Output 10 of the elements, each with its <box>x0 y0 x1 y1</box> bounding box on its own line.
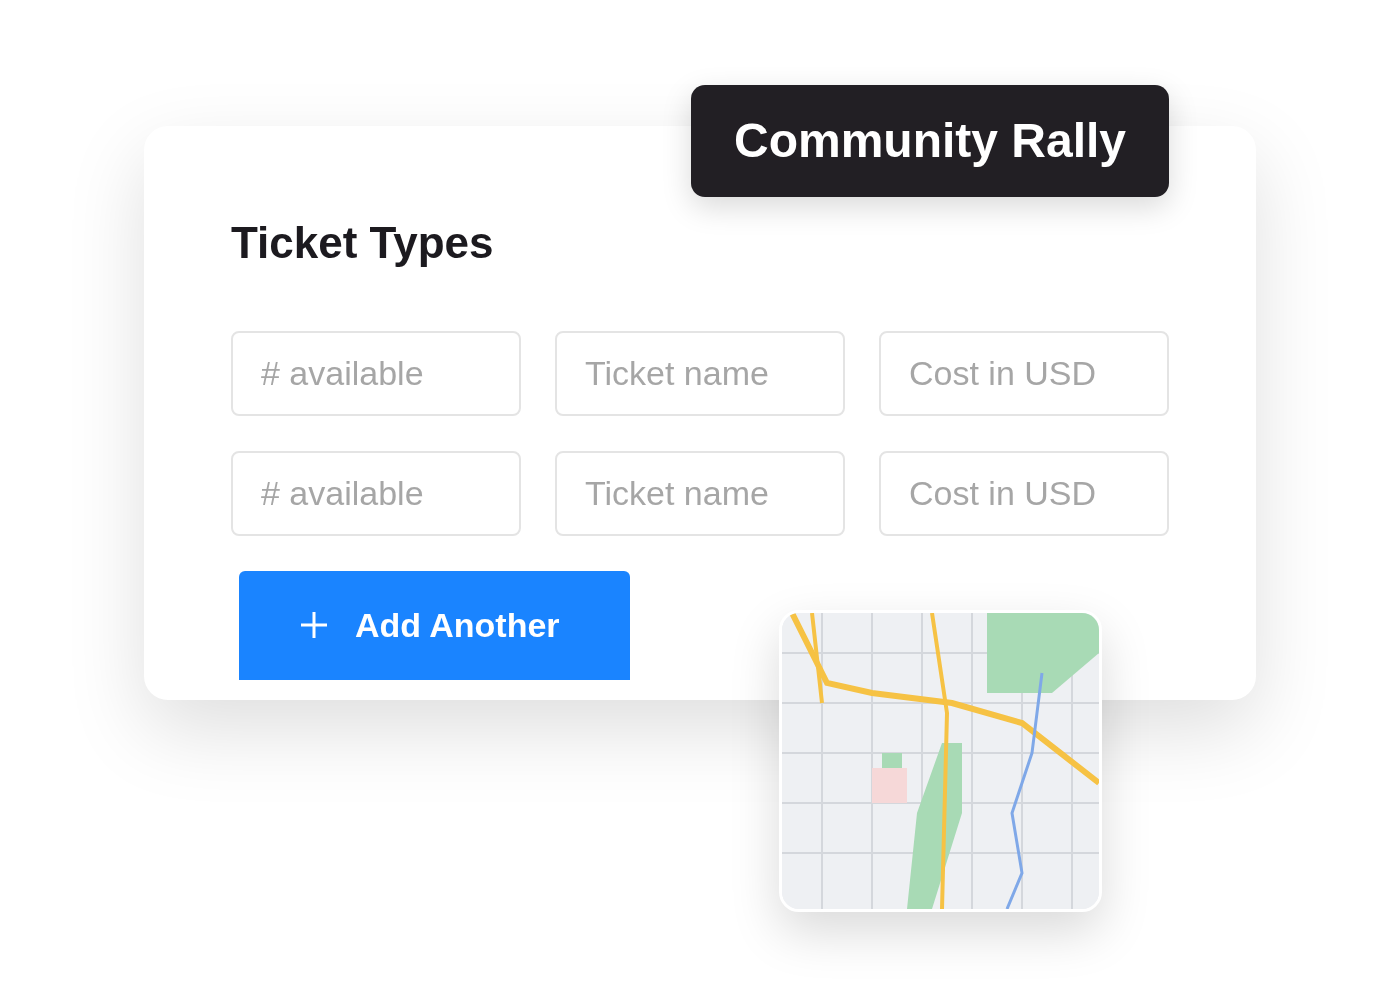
input-field[interactable]: Ticket name <box>555 450 845 536</box>
input-field[interactable]: Cost in USD <box>879 450 1169 536</box>
add-another-button[interactable]: Add Another <box>239 570 630 680</box>
section-title: Ticket Types <box>231 217 495 269</box>
event-title: Community Rally <box>691 85 1169 197</box>
input-field[interactable]: Cost in USD <box>879 330 1169 416</box>
input-field[interactable]: Ticket name <box>555 330 845 416</box>
input-field[interactable]: # available <box>231 330 521 416</box>
plus-icon <box>299 610 329 641</box>
input-field[interactable]: # available <box>231 450 521 536</box>
